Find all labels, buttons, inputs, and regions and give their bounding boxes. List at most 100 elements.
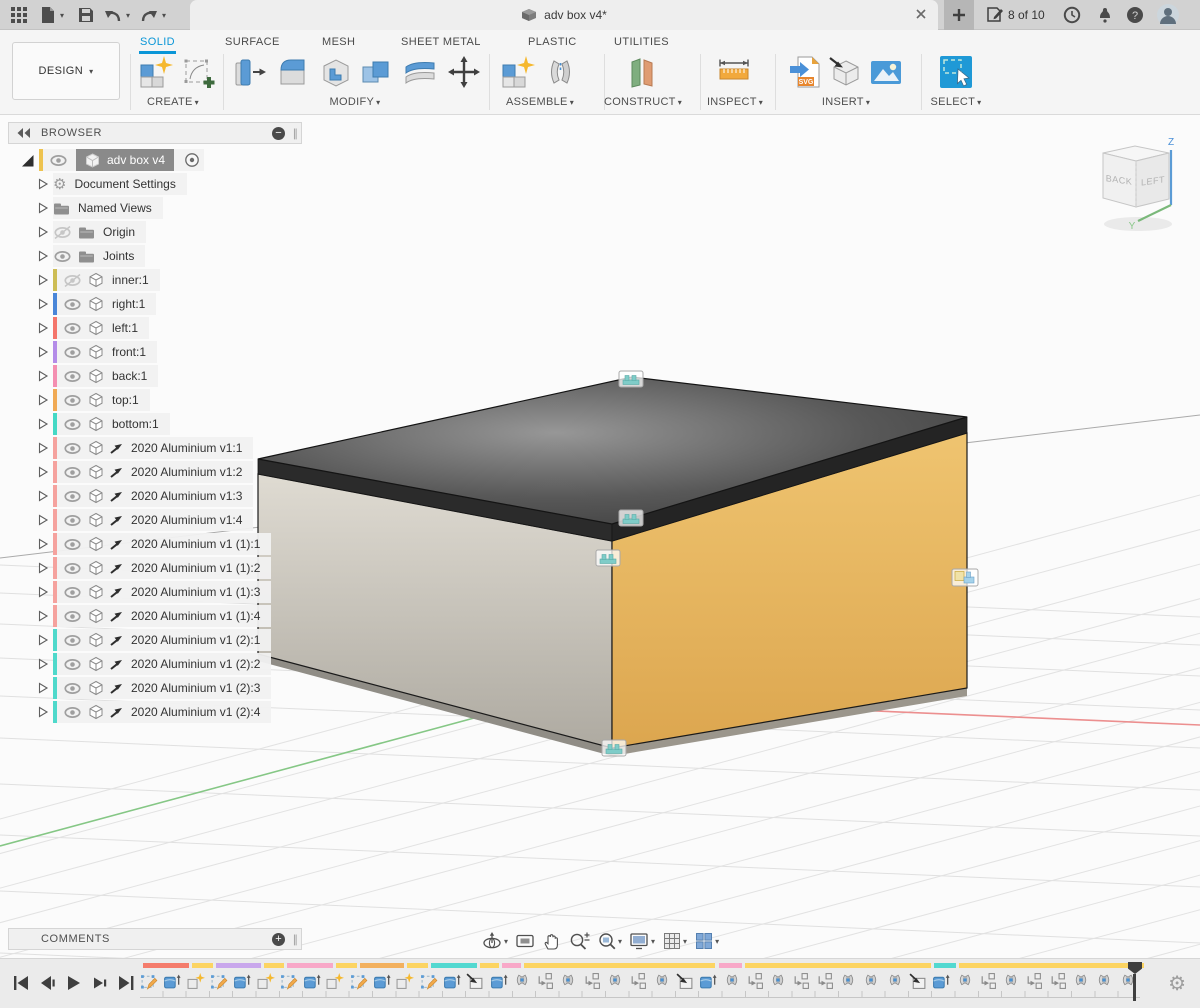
press-pull-icon[interactable]: [232, 54, 268, 90]
browser-item-left-1[interactable]: left:1: [36, 316, 149, 340]
timeline-feature-sketch[interactable]: [140, 972, 160, 990]
visibility-eye-icon[interactable]: [63, 466, 82, 479]
expand-arrow-icon[interactable]: [36, 705, 49, 719]
timeline-feature-joint[interactable]: [1095, 972, 1115, 990]
timeline-feature-pattern[interactable]: [746, 972, 766, 990]
group-construct[interactable]: CONSTRUCT▾: [604, 96, 682, 108]
expand-arrow-icon[interactable]: [36, 609, 49, 623]
visibility-eye-icon[interactable]: [63, 370, 82, 383]
joint-icon[interactable]: [542, 54, 578, 90]
measure-icon[interactable]: [716, 54, 752, 90]
joint-glyph-top[interactable]: [619, 371, 643, 387]
joint-glyph-top-face[interactable]: [619, 510, 643, 526]
comments-add-icon[interactable]: +: [272, 933, 285, 946]
browser-item-back-1[interactable]: back:1: [36, 364, 158, 388]
expand-arrow-icon[interactable]: [36, 225, 49, 239]
browser-item-2020-aluminium-v1-1-4[interactable]: 2020 Aluminium v1 (1):4: [36, 604, 271, 628]
construct-plane-icon[interactable]: [624, 54, 660, 90]
expand-arrow-icon[interactable]: [36, 201, 49, 215]
insert-svg-icon[interactable]: SVG: [788, 54, 824, 90]
expand-arrow-icon[interactable]: [36, 537, 49, 551]
expand-arrow-icon[interactable]: [36, 633, 49, 647]
timeline-feature-extrude[interactable]: [932, 972, 952, 990]
browser-item-2020-aluminium-v1-2-3[interactable]: 2020 Aluminium v1 (2):3: [36, 676, 271, 700]
visibility-eye-icon[interactable]: [63, 394, 82, 407]
new-component-icon[interactable]: [138, 54, 174, 90]
browser-item-2020-aluminium-v1-2-2[interactable]: 2020 Aluminium v1 (2):2: [36, 652, 271, 676]
timeline-feature-newcomponent[interactable]: [187, 972, 207, 990]
expand-arrow-icon[interactable]: [36, 249, 49, 263]
visibility-eye-icon[interactable]: [63, 514, 82, 527]
visibility-eye-icon[interactable]: [63, 346, 82, 359]
browser-item-2020-aluminium-v1-1-3[interactable]: 2020 Aluminium v1 (1):3: [36, 580, 271, 604]
undo-icon[interactable]: [104, 7, 122, 23]
expand-arrow-icon[interactable]: [36, 657, 49, 671]
timeline-feature-joint[interactable]: [956, 972, 976, 990]
file-menu-icon[interactable]: [40, 6, 56, 24]
tab-surface[interactable]: SURFACE: [224, 34, 281, 50]
expand-arrow-icon[interactable]: [36, 297, 49, 311]
visibility-eye-icon[interactable]: [63, 298, 82, 311]
visibility-eye-icon[interactable]: [63, 682, 82, 695]
visibility-eye-icon[interactable]: [49, 154, 68, 167]
timeline-feature-extrude[interactable]: [233, 972, 253, 990]
timeline-feature-extrude[interactable]: [373, 972, 393, 990]
timeline-feature-newcomponent[interactable]: [257, 972, 277, 990]
visibility-eye-icon[interactable]: [63, 658, 82, 671]
insert-canvas-icon[interactable]: [868, 54, 904, 90]
root-selected-chip[interactable]: adv box v4: [76, 149, 174, 171]
tab-solid[interactable]: SOLID: [139, 34, 176, 54]
timeline-feature-sketch[interactable]: [350, 972, 370, 990]
expand-arrow-icon[interactable]: [36, 561, 49, 575]
timeline-feature-extrude[interactable]: [490, 972, 510, 990]
timeline-feature-joint[interactable]: [1002, 972, 1022, 990]
browser-item-top-1[interactable]: top:1: [36, 388, 150, 412]
browser-item-front-1[interactable]: front:1: [36, 340, 157, 364]
display-settings-tool[interactable]: ▾: [629, 931, 655, 951]
timeline-feature-insert[interactable]: [676, 972, 696, 990]
timeline-feature-sketch[interactable]: [420, 972, 440, 990]
browser-item-2020-aluminium-v1-1[interactable]: 2020 Aluminium v1:1: [36, 436, 253, 460]
group-insert[interactable]: INSERT▾: [822, 96, 870, 108]
job-status-clock-icon[interactable]: [1063, 6, 1081, 24]
expand-arrow-icon[interactable]: [36, 177, 49, 191]
tab-utilities[interactable]: UTILITIES: [613, 34, 670, 50]
expand-arrow-icon[interactable]: [36, 489, 49, 503]
timeline-feature-joint[interactable]: [839, 972, 859, 990]
viewports-tool[interactable]: ▾: [694, 931, 719, 951]
browser-item-2020-aluminium-v1-1-2[interactable]: 2020 Aluminium v1 (1):2: [36, 556, 271, 580]
browser-item-right-1[interactable]: right:1: [36, 292, 156, 316]
move-copy-icon[interactable]: [446, 54, 482, 90]
timeline-feature-sketch[interactable]: [280, 972, 300, 990]
browser-item-2020-aluminium-v1-3[interactable]: 2020 Aluminium v1:3: [36, 484, 253, 508]
design-workspace-dropdown[interactable]: DESIGN▾: [12, 42, 120, 100]
orbit-tool[interactable]: ▾: [482, 931, 508, 951]
visibility-eye-icon[interactable]: [63, 322, 82, 335]
browser-resize-grip[interactable]: ∥: [293, 127, 299, 140]
select-tool-icon[interactable]: [938, 54, 974, 90]
timeline-feature-joint[interactable]: [606, 972, 626, 990]
fillet-icon[interactable]: [274, 54, 310, 90]
joint-glyph-right[interactable]: [952, 569, 978, 586]
create-sketch-icon[interactable]: [180, 54, 216, 90]
zoom-tool[interactable]: [569, 931, 590, 951]
document-counter[interactable]: 8 of 10: [986, 6, 1045, 23]
app-grid-icon[interactable]: [10, 6, 28, 24]
timeline-settings-gear[interactable]: ⚙: [1168, 971, 1186, 996]
visibility-eye-icon[interactable]: [53, 250, 72, 263]
timeline-feature-newcomponent[interactable]: [326, 972, 346, 990]
fit-tool[interactable]: ▾: [597, 931, 622, 951]
comments-resize-grip[interactable]: ∥: [293, 933, 299, 946]
shell-icon[interactable]: [318, 54, 354, 90]
timeline-feature-pattern[interactable]: [629, 972, 649, 990]
assemble-new-component-icon[interactable]: [500, 54, 536, 90]
browser-minimize-icon[interactable]: −: [272, 127, 285, 140]
visibility-eye-off-icon[interactable]: [63, 274, 82, 287]
expand-arrow-icon[interactable]: [36, 513, 49, 527]
visibility-eye-icon[interactable]: [63, 634, 82, 647]
visibility-eye-icon[interactable]: [63, 706, 82, 719]
expand-arrow-icon[interactable]: [36, 369, 49, 383]
split-body-icon[interactable]: [402, 54, 438, 90]
undo-caret[interactable]: ▾: [126, 11, 130, 20]
joint-glyph-bottom[interactable]: [602, 740, 626, 756]
